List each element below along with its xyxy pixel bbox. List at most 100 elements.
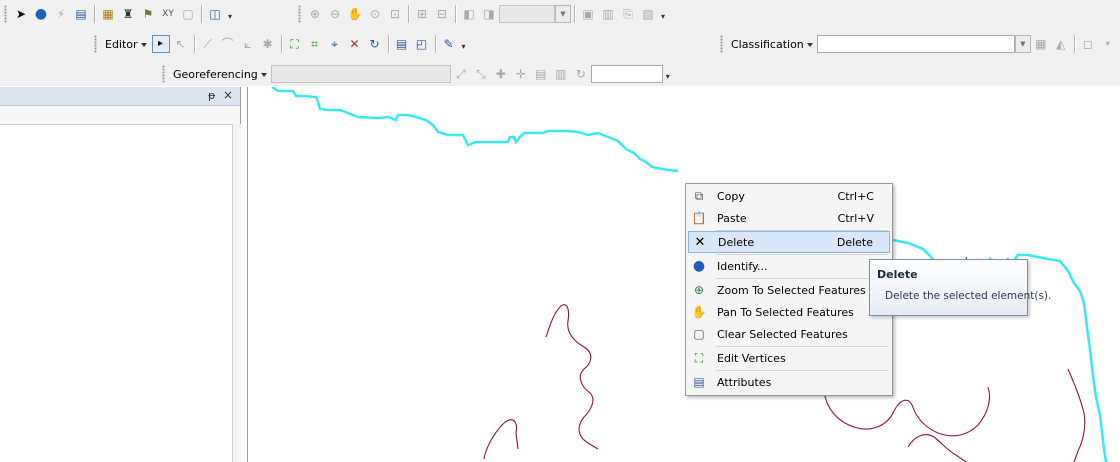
pin-icon[interactable]: ᵽ (208, 89, 215, 102)
georef-rotate-dropdown-icon: ↻ (575, 67, 586, 81)
copy-icon: ⧉ (694, 188, 704, 203)
classification-menu[interactable]: Classification (727, 38, 817, 51)
create-features-icon[interactable]: ✎ (440, 35, 458, 53)
context-menu: ⧉ Copy Ctrl+C 📋 Paste Ctrl+V ✕ Delete De… (685, 183, 893, 396)
inverse-control-icon: ✛ (515, 67, 526, 81)
editor-toolbar: Editor ▸ ↖ ⟋ ⌒ ⟀ ✱ ⛶ ⌗ ⌖ ✕ ↻ ▤ ◰ ✎ ▾ (92, 32, 469, 56)
end-point-arc-icon[interactable]: ⌒ (219, 35, 237, 53)
sketch-properties-icon[interactable]: ◰ (413, 35, 431, 53)
identify-info-icon: ● (692, 258, 706, 274)
menu-item-paste[interactable]: 📋 Paste Ctrl+V (688, 207, 890, 229)
clear-selection-icon: ▢ (693, 327, 705, 341)
edit-tool-icon[interactable]: ▸ (151, 35, 170, 53)
rotate-tool-icon[interactable]: ↻ (366, 35, 384, 53)
layout-toolbar-chevron-icon[interactable]: ▾ (658, 7, 668, 21)
boundary-polyline[interactable] (271, 87, 679, 173)
classification-layer-combo[interactable] (816, 35, 1015, 53)
forward-extent-icon: ◨ (483, 7, 495, 21)
hyperlink-icon[interactable]: ⚡ (52, 5, 70, 23)
menu-item-zoom-to-selected[interactable]: ⊕ Zoom To Selected Features (688, 279, 890, 301)
zoom-in-page-icon: ⊕ (309, 7, 321, 21)
zoom-percent-combo (499, 5, 555, 23)
classification-draw-dropdown-icon: ▾ (1105, 39, 1110, 48)
classification-draw-icon: ◻ (1082, 37, 1093, 51)
view-link-table-2-icon: ▥ (555, 67, 567, 81)
panel-toolbar-strip (0, 106, 240, 125)
menu-item-clear-selected[interactable]: ▢ Clear Selected Features (688, 323, 890, 345)
view-link-table-icon: ▤ (535, 67, 547, 81)
midpoint-tool-icon[interactable]: ✱ (259, 35, 277, 53)
table-of-contents-panel: ᵽ × (0, 87, 241, 462)
reshape-feature-icon[interactable]: ⌗ (306, 35, 324, 53)
edit-vertices-icon: ⛶ (694, 350, 704, 365)
editor-toolbar-chevron-icon[interactable]: ▾ (459, 37, 469, 51)
measure-icon[interactable]: ▢ (179, 5, 197, 23)
georeferencing-toolbar: Georeferencing ⤢ ⤡ ✚ ✛ ▤ ▥ ↻ ▾ (160, 62, 673, 86)
georeferencing-toolbar-chevron-icon[interactable]: ▾ (663, 67, 673, 81)
identify-icon[interactable]: ● (32, 5, 50, 23)
panel-header: ᵽ × (0, 87, 240, 106)
close-panel-icon[interactable]: × (223, 88, 233, 102)
toolbar-area: ➤ ● ⚡ ▤ ▦ ♜ ⚑ XY ▢ ◫ ▾ ⊕ ⊖ ✋ ⊙ ⊡ ⊞ ⊟ ◧ ◨… (0, 0, 1120, 86)
georeferencing-menu[interactable]: Georeferencing (169, 68, 271, 81)
add-control-points-icon: ✚ (495, 67, 506, 81)
find-binoculars-icon[interactable]: ♜ (119, 5, 137, 23)
split-tool-icon[interactable]: ✕ (346, 35, 364, 53)
pan-to-selected-icon: ✋ (691, 305, 707, 319)
zoom-out-page-icon: ⊖ (329, 7, 341, 21)
sketch-tool-icon[interactable]: ⟀ (239, 35, 257, 53)
change-layout-icon: ⎘ (623, 7, 633, 21)
delete-x-icon: ✕ (694, 234, 706, 250)
pan-page-icon: ✋ (347, 7, 363, 21)
paste-icon: 📋 (691, 211, 707, 225)
attributes-window-icon[interactable]: ▤ (393, 35, 411, 53)
back-extent-icon: ◧ (463, 7, 475, 21)
html-popup-icon[interactable]: ▤ (72, 5, 90, 23)
edit-vertices-toolbar-icon[interactable]: ⛶ (286, 35, 304, 53)
classification-toolbar: Classification ▼ ▦ ◭ ◻ ▾ ⚲ ▾ (718, 32, 1120, 56)
toolbar-options-chevron-icon[interactable]: ▾ (225, 7, 235, 21)
edit-annotation-icon[interactable]: ↖ (172, 35, 190, 53)
toolbar-grip[interactable] (4, 5, 7, 23)
tools-toolbar: ➤ ● ⚡ ▤ ▦ ♜ ⚑ XY ▢ ◫ ▾ (2, 2, 235, 26)
feature-polygon-outline-4[interactable] (907, 434, 967, 462)
cut-polygons-icon[interactable]: ⌖ (326, 35, 344, 53)
find-route-icon[interactable]: ⚑ (139, 5, 157, 23)
menu-item-edit-vertices[interactable]: ⛶ Edit Vertices (688, 347, 890, 369)
attributes-table-icon: ▤ (693, 375, 705, 389)
menu-item-attributes[interactable]: ▤ Attributes (688, 371, 890, 393)
feature-polygon-outline-5[interactable] (1067, 368, 1086, 462)
editor-menu[interactable]: Editor (101, 38, 151, 51)
menu-item-pan-to-selected[interactable]: ✋ Pan To Selected Features (688, 301, 890, 323)
straight-segment-icon[interactable]: ⟋ (199, 35, 217, 53)
georef-rotation-input[interactable] (590, 65, 663, 83)
fixed-zoom-out-icon: ⊟ (436, 7, 448, 21)
data-driven-pages-icon: ▧ (642, 7, 654, 21)
shift-georef-icon: ⤡ (475, 67, 486, 81)
georeferencing-layer-combo (270, 65, 451, 83)
panel-scrollbar[interactable] (232, 124, 241, 462)
focus-data-frame-icon: ▥ (602, 7, 614, 21)
zoom-to-selected-icon: ⊕ (693, 283, 705, 297)
create-viewer-window-icon[interactable]: ◫ (206, 5, 224, 23)
menu-item-delete[interactable]: ✕ Delete Delete (688, 231, 890, 253)
classification-histogram-icon: ◭ (1056, 37, 1066, 51)
zoom-percent-dropdown-icon: ▼ (555, 5, 571, 23)
classification-layer-dropdown-icon[interactable]: ▼ (1014, 35, 1031, 53)
feature-polygon-outline-2[interactable] (483, 419, 519, 460)
feature-polygon-outline[interactable] (545, 304, 599, 450)
go-to-xy-icon[interactable]: ▦ (99, 5, 117, 23)
zoom-100-icon: ⊡ (389, 7, 401, 21)
classification-option-icon: ▦ (1035, 37, 1047, 51)
tooltip-description: Delete the selected element(s). (885, 290, 1052, 302)
menu-item-identify[interactable]: ● Identify... (688, 255, 890, 277)
delete-tooltip: Delete Delete the selected element(s). (869, 259, 1051, 316)
tooltip-title: Delete (877, 268, 918, 281)
go-to-xy-text-icon[interactable]: XY (159, 5, 177, 23)
layout-toolbar: ⊕ ⊖ ✋ ⊙ ⊡ ⊞ ⊟ ◧ ◨ ▼ ▣ ▥ ⎘ ▧ ▾ (296, 2, 668, 26)
zoom-whole-page-icon: ⊙ (369, 7, 381, 21)
fixed-zoom-in-icon: ⊞ (416, 7, 428, 21)
rotate-georef-icon: ⤢ (455, 67, 466, 81)
select-elements-icon[interactable]: ➤ (12, 5, 30, 23)
menu-item-copy[interactable]: ⧉ Copy Ctrl+C (688, 185, 890, 207)
